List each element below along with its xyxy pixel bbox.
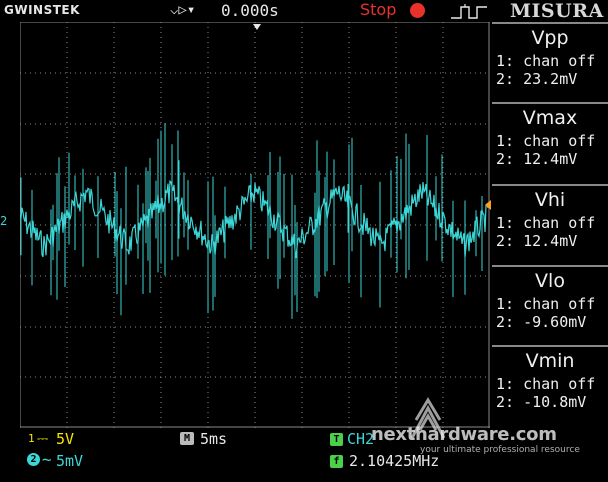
- ch1-vertical-scale[interactable]: 5V: [56, 430, 74, 448]
- misura-logo: MISURA: [510, 0, 604, 22]
- measure-vlo[interactable]: Vlo 1: chan off 2: -9.60mV: [492, 265, 608, 331]
- measure-vmin[interactable]: Vmin 1: chan off 2: -10.8mV: [492, 345, 608, 411]
- measure-ch2-value: 2: 12.4mV: [496, 150, 578, 168]
- dc-coupling-icon: ⎓: [37, 431, 49, 447]
- measure-ch2-value: 2: -9.60mV: [496, 313, 587, 331]
- watermark-text: nexthardware.com: [371, 424, 557, 445]
- stop-icon: [410, 3, 425, 18]
- timebase-value[interactable]: 5ms: [200, 430, 227, 448]
- trigger-source-icon: T: [330, 433, 343, 446]
- measurement-panel: Vpp 1: chan off 2: 23.2mV Vmax 1: chan o…: [492, 22, 608, 428]
- horizontal-position-value: 0.000s: [221, 1, 279, 20]
- trigger-position-marker-icon: [253, 24, 261, 30]
- measure-vhi[interactable]: Vhi 1: chan off 2: 12.4mV: [492, 184, 608, 250]
- measure-title: Vpp: [531, 27, 569, 49]
- measure-ch1-value: 1: chan off: [496, 375, 596, 393]
- measure-vpp[interactable]: Vpp 1: chan off 2: 23.2mV: [492, 22, 608, 88]
- measure-title: Vmin: [525, 350, 575, 372]
- ch2-trace: [20, 179, 489, 259]
- ch2-ground-marker: 2: [0, 214, 8, 228]
- frequency-icon: f: [330, 455, 343, 468]
- measure-ch1-value: 1: chan off: [496, 214, 596, 232]
- graticule: [20, 22, 490, 428]
- measure-title: Vmax: [522, 107, 578, 129]
- brand-logo: GWINSTEK: [4, 3, 80, 17]
- measure-ch1-value: 1: chan off: [496, 295, 596, 313]
- ch1-number-icon: 1: [28, 432, 35, 445]
- trigger-position-arrows-icon: ⌵▷▾: [170, 2, 196, 18]
- ac-coupling-icon: ~: [42, 450, 52, 469]
- ch2-vertical-scale[interactable]: 5mV: [56, 452, 83, 470]
- rising-edge-trigger-icon: [451, 4, 487, 19]
- measure-ch2-value: 2: 12.4mV: [496, 232, 578, 250]
- measure-vmax[interactable]: Vmax 1: chan off 2: 12.4mV: [492, 102, 608, 168]
- measure-title: Vhi: [534, 189, 566, 211]
- watermark-tagline: your ultimate professional resource: [420, 445, 580, 455]
- ch2-trace-spikes: [20, 123, 483, 319]
- measure-ch1-value: 1: chan off: [496, 132, 596, 150]
- measure-ch2-value: 2: -10.8mV: [496, 393, 587, 411]
- waveform-display[interactable]: [20, 22, 490, 428]
- run-status-label[interactable]: Stop: [360, 0, 396, 19]
- main-timebase-icon: M: [180, 432, 194, 445]
- ch2-number-icon: 2: [27, 453, 40, 466]
- measure-ch2-value: 2: 23.2mV: [496, 70, 578, 88]
- trigger-level-marker-icon: [485, 200, 491, 210]
- measure-ch1-value: 1: chan off: [496, 52, 596, 70]
- measure-title: Vlo: [535, 270, 565, 292]
